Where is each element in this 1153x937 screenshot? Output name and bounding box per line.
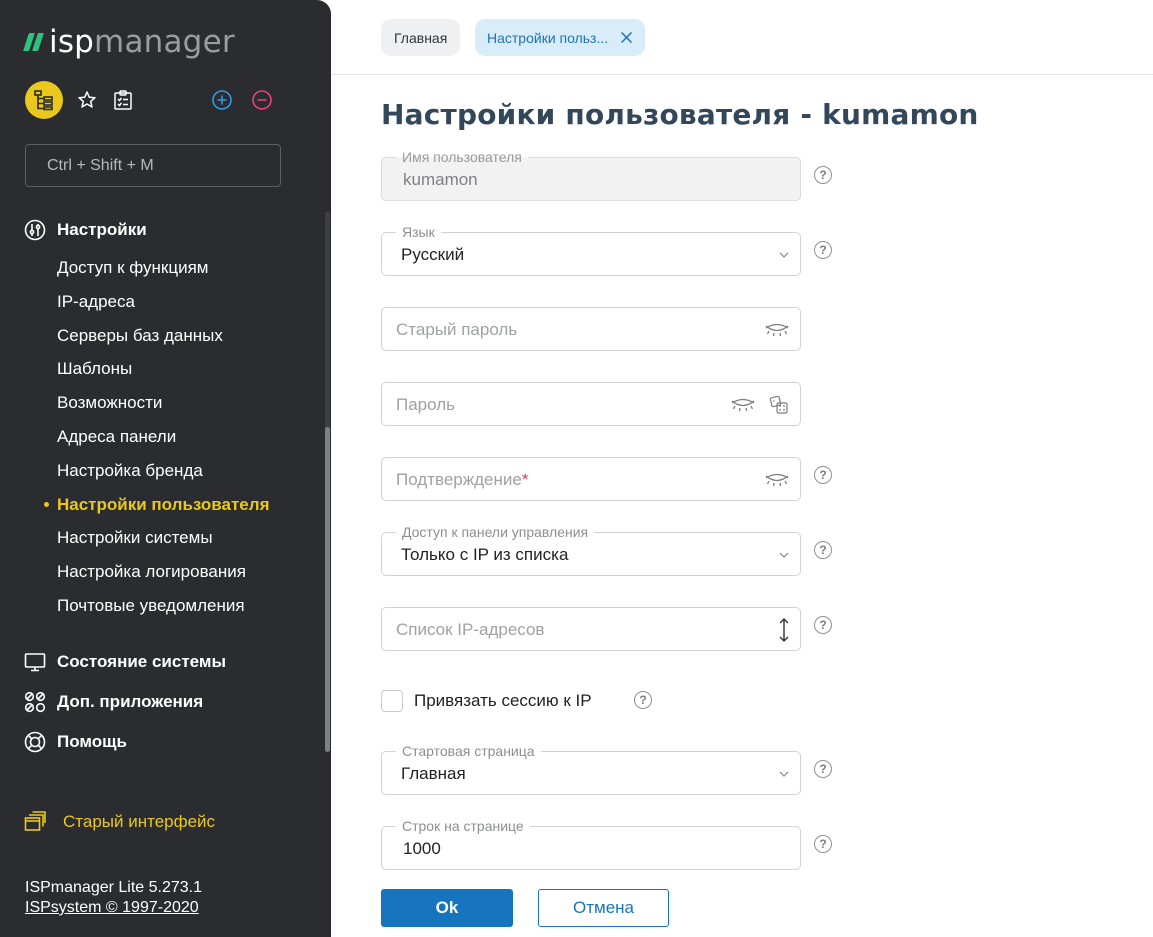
eye-closed-icon[interactable]: [765, 323, 789, 337]
tab-user-settings-label: Настройки польз...: [487, 29, 609, 46]
tree-menu-button[interactable]: [25, 81, 63, 119]
rows-per-page-value: 1000: [403, 839, 441, 858]
nav-section-system-status-label: Состояние системы: [57, 652, 226, 671]
windows-stack-icon: [24, 811, 46, 831]
breadcrumb: Главная Настройки польз...: [331, 0, 1153, 75]
sidebar-item-features[interactable]: Возможности: [57, 391, 269, 425]
eye-closed-icon[interactable]: [731, 398, 755, 412]
chevron-down-icon: [779, 252, 789, 258]
sidebar: ispmanager Ctrl + Shift + M Настройки До…: [0, 0, 331, 937]
old-interface-link[interactable]: Старый интерфейс: [24, 811, 215, 833]
old-password-input[interactable]: Старый пароль: [381, 307, 801, 351]
resize-vertical-icon[interactable]: [778, 617, 790, 643]
monitor-icon: [24, 651, 46, 673]
plus-circle-icon[interactable]: [211, 89, 233, 111]
tab-home[interactable]: Главная: [381, 19, 461, 56]
username-value: kumamon: [403, 170, 478, 189]
clipboard-icon: [114, 90, 132, 110]
sidebar-item-logging[interactable]: Настройка логирования: [57, 560, 269, 594]
logo-text-isp: isp: [49, 24, 95, 60]
ip-list-placeholder: Список IP-адресов: [396, 620, 545, 639]
nav-section-settings[interactable]: Настройки: [24, 219, 147, 241]
confirm-placeholder: Подтверждение*: [396, 470, 529, 489]
version-info: ISPmanager Lite 5.273.1 ISPsystem © 1997…: [25, 878, 202, 918]
username-label: Имя пользователя: [396, 149, 528, 165]
sidebar-item-branding[interactable]: Настройка бренда: [57, 459, 269, 493]
help-icon[interactable]: ?: [814, 466, 832, 484]
language-select[interactable]: Язык Русский: [381, 224, 801, 276]
sidebar-item-templates[interactable]: Шаблоны: [57, 357, 269, 391]
nav-section-help[interactable]: Помощь: [24, 731, 127, 753]
old-interface-label: Старый интерфейс: [63, 812, 216, 831]
logo-text-manager: manager: [94, 24, 235, 60]
required-mark: *: [521, 470, 529, 489]
password-input[interactable]: Пароль: [381, 382, 801, 426]
ip-list-textarea[interactable]: Список IP-адресов: [381, 607, 801, 651]
help-icon[interactable]: ?: [814, 835, 832, 853]
sidebar-item-function-access[interactable]: Доступ к функциям: [57, 256, 269, 290]
confirm-password-input[interactable]: Подтверждение*: [381, 457, 801, 501]
rows-per-page-label: Строк на странице: [396, 818, 530, 834]
bind-session-row: Привязать сессию к IP: [381, 690, 592, 712]
panel-access-select[interactable]: Доступ к панели управления Только с IP и…: [381, 524, 801, 576]
chevron-down-icon: [779, 771, 789, 777]
apps-grid-icon: [24, 691, 46, 713]
version-text: ISPmanager Lite 5.273.1: [25, 879, 203, 896]
panel-access-label: Доступ к панели управления: [396, 524, 595, 540]
tab-home-label: Главная: [394, 29, 448, 46]
nav-section-help-label: Помощь: [57, 732, 127, 751]
page-title: Настройки пользователя - kumamon: [381, 98, 979, 131]
minus-circle-icon[interactable]: [251, 89, 273, 111]
start-page-label: Стартовая страница: [396, 743, 541, 759]
username-field: Имя пользователя kumamon: [381, 149, 801, 201]
eye-closed-icon[interactable]: [765, 473, 789, 487]
language-label: Язык: [396, 224, 441, 240]
sidebar-item-mail-notifications[interactable]: Почтовые уведомления: [57, 594, 269, 628]
settings-sliders-icon: [24, 219, 46, 241]
rows-per-page-input[interactable]: Строк на странице 1000: [381, 818, 801, 870]
old-password-placeholder: Старый пароль: [396, 320, 518, 339]
sidebar-scrollbar-thumb[interactable]: [325, 427, 330, 752]
menu-search-input[interactable]: [25, 144, 281, 187]
help-icon[interactable]: ?: [814, 616, 832, 634]
settings-submenu: Доступ к функциям IP-адреса Серверы баз …: [43, 256, 269, 628]
nav-section-system-status[interactable]: Состояние системы: [24, 651, 226, 673]
sidebar-item-system-settings[interactable]: Настройки системы: [57, 526, 269, 560]
help-icon[interactable]: ?: [814, 541, 832, 559]
sidebar-item-panel-addresses[interactable]: Адреса панели: [57, 425, 269, 459]
tab-user-settings[interactable]: Настройки польз...: [475, 19, 646, 56]
sidebar-item-ip-addresses[interactable]: IP-адреса: [57, 290, 269, 324]
copyright-link[interactable]: ISPsystem © 1997-2020: [25, 898, 202, 918]
help-icon[interactable]: ?: [814, 760, 832, 778]
nav-section-apps-label: Доп. приложения: [57, 692, 204, 711]
start-page-value: Главная: [401, 764, 466, 783]
language-value: Русский: [401, 245, 465, 264]
star-icon: [78, 91, 96, 108]
help-icon[interactable]: ?: [814, 241, 832, 259]
close-icon[interactable]: [620, 31, 633, 44]
start-page-select[interactable]: Стартовая страница Главная: [381, 743, 801, 795]
nav-section-settings-label: Настройки: [57, 220, 147, 239]
tasks-button[interactable]: [111, 88, 135, 112]
dice-generate-icon[interactable]: [769, 395, 789, 415]
bind-session-label[interactable]: Привязать сессию к IP: [414, 691, 592, 711]
favorites-button[interactable]: [75, 88, 99, 112]
cancel-button[interactable]: Отмена: [538, 889, 669, 927]
sidebar-item-db-servers[interactable]: Серверы баз данных: [57, 324, 269, 358]
logo[interactable]: ispmanager: [23, 24, 235, 60]
tree-icon: [34, 90, 53, 111]
nav-section-apps[interactable]: Доп. приложения: [24, 691, 203, 713]
panel-access-value: Только с IP из списка: [401, 545, 569, 564]
bind-session-checkbox[interactable]: [381, 690, 403, 712]
logo-mark-icon: [23, 33, 44, 51]
quick-actions: [25, 81, 135, 119]
lifebuoy-icon: [24, 731, 46, 753]
help-icon[interactable]: ?: [634, 691, 652, 709]
ok-button[interactable]: Ok: [381, 889, 513, 927]
sidebar-item-user-settings[interactable]: Настройки пользователя: [43, 493, 269, 527]
sidebar-scrollbar[interactable]: [325, 212, 330, 752]
password-placeholder: Пароль: [396, 395, 455, 414]
chevron-down-icon: [779, 552, 789, 558]
help-icon[interactable]: ?: [814, 166, 832, 184]
